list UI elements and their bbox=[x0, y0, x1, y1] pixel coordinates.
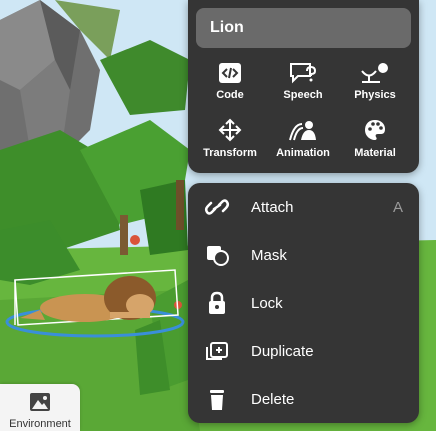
menu-item-label: Mask bbox=[251, 247, 287, 264]
menu-item-label: Lock bbox=[251, 295, 283, 312]
menu-item-delete[interactable]: Delete bbox=[188, 376, 419, 422]
duplicate-icon bbox=[206, 342, 228, 360]
tool-label: Material bbox=[354, 147, 396, 159]
menu-item-label: Attach bbox=[251, 199, 294, 216]
tool-material[interactable]: Material bbox=[339, 118, 411, 168]
tool-transform[interactable]: Transform bbox=[194, 118, 266, 168]
physics-icon bbox=[361, 63, 388, 83]
speech-bubble-icon bbox=[290, 63, 317, 84]
menu-item-attach[interactable]: Attach A bbox=[188, 184, 419, 230]
menu-item-mask[interactable]: Mask bbox=[188, 232, 419, 278]
code-icon bbox=[219, 63, 241, 83]
palette-icon bbox=[365, 120, 385, 140]
environment-label: Environment bbox=[9, 418, 71, 430]
tool-physics[interactable]: Physics bbox=[339, 62, 411, 112]
tool-speech[interactable]: Speech bbox=[267, 62, 339, 112]
move-arrows-icon bbox=[218, 118, 242, 142]
lock-icon bbox=[209, 291, 225, 314]
animation-icon bbox=[289, 121, 316, 141]
menu-item-label: Delete bbox=[251, 391, 295, 408]
object-name: Lion bbox=[210, 19, 244, 36]
menu-item-lock[interactable]: Lock bbox=[188, 280, 419, 326]
tool-label: Transform bbox=[203, 147, 257, 159]
tool-label: Speech bbox=[283, 89, 323, 101]
tool-animation[interactable]: Animation bbox=[267, 118, 339, 168]
mask-icon bbox=[207, 246, 229, 266]
tool-label: Physics bbox=[354, 89, 396, 101]
link-icon bbox=[204, 199, 230, 215]
object-name-field[interactable]: Lion bbox=[196, 8, 411, 48]
tool-code[interactable]: Code bbox=[194, 62, 266, 112]
trash-icon bbox=[210, 390, 224, 410]
tool-label: Animation bbox=[276, 147, 330, 159]
menu-item-label: Duplicate bbox=[251, 343, 314, 360]
shortcut-hint: A bbox=[392, 199, 403, 216]
menu-item-duplicate[interactable]: Duplicate bbox=[188, 328, 419, 374]
context-menu: Attach A Mask Lock Duplicate Delete bbox=[188, 183, 419, 423]
landscape-icon bbox=[30, 393, 50, 411]
object-tools-panel: Lion Code Speech Physics Transform Anima… bbox=[188, 0, 419, 173]
environment-tab[interactable]: Environment bbox=[0, 384, 80, 431]
tool-label: Code bbox=[216, 89, 244, 101]
